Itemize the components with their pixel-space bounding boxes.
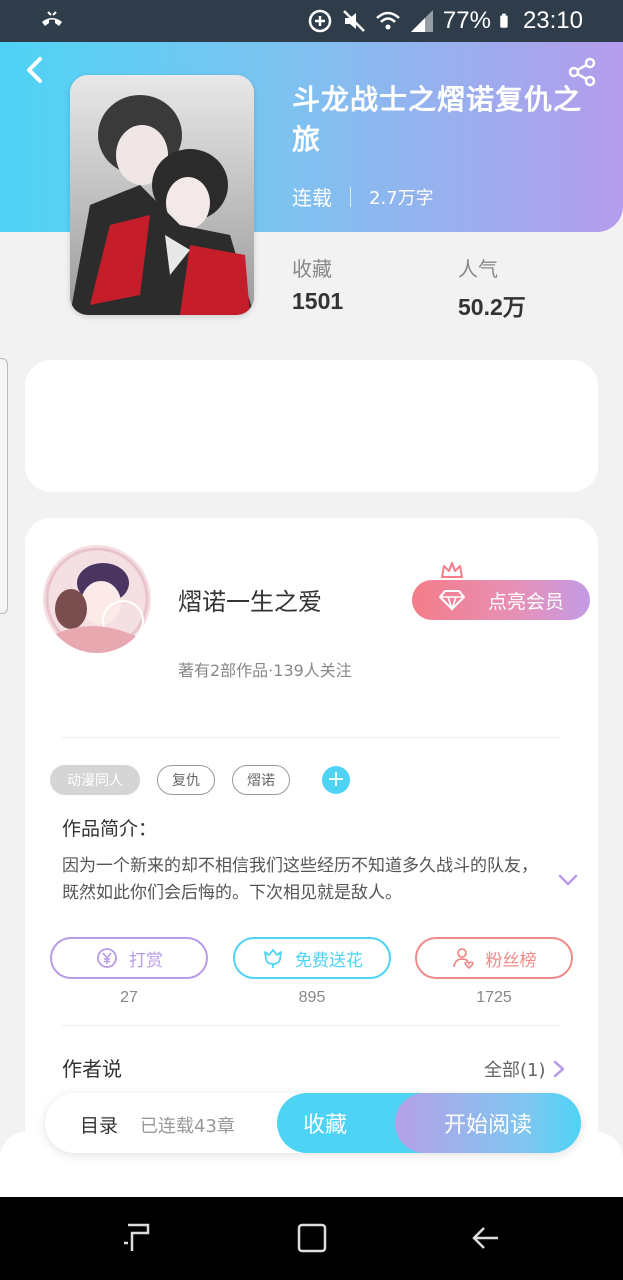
- meta-divider: [350, 186, 351, 207]
- intro-text: 因为一个新来的却不相信我们这些经历不知道多久战斗的队友，既然如此你们会后悔的。下…: [62, 856, 538, 903]
- book-title: 斗龙战士之熠诺复仇之旅: [292, 83, 583, 156]
- author-says-heading: 作者说: [62, 1057, 122, 1081]
- fan-ranking-label: 粉丝榜: [485, 950, 537, 971]
- start-reading-button[interactable]: 开始阅读: [395, 1093, 581, 1153]
- tag-anime-fanfic[interactable]: 动漫同人: [50, 765, 140, 795]
- add-tag-button[interactable]: +: [322, 766, 350, 794]
- status-bar: 77% 23:10: [0, 0, 623, 42]
- chapter-status: 已连载43章: [140, 1116, 235, 1137]
- tip-count: 27: [120, 989, 138, 1006]
- back-nav-icon[interactable]: [470, 1221, 502, 1255]
- side-handle[interactable]: [0, 358, 8, 614]
- fan-user-icon: [452, 948, 474, 970]
- intro-label: 作品简介：: [62, 818, 158, 840]
- clock: 23:10: [522, 7, 583, 34]
- author-stats: 著有2部作品·139人关注: [178, 661, 352, 680]
- signal-icon: [410, 10, 433, 32]
- all-author-says-label: 全部(1): [484, 1060, 546, 1081]
- all-author-says-link[interactable]: 全部(1): [484, 1056, 566, 1082]
- status-icons: 77% 23:10: [307, 6, 583, 36]
- battery-percent: 77%: [442, 7, 491, 34]
- data-saver-icon: [308, 9, 332, 33]
- start-reading-label: 开始阅读: [443, 1113, 532, 1138]
- ad-card: [25, 360, 598, 492]
- book-cover-image[interactable]: [70, 75, 254, 315]
- serial-status: 连载: [292, 186, 332, 210]
- fan-ranking-button[interactable]: 粉丝榜: [415, 937, 573, 979]
- word-count: 2.7万字: [369, 187, 434, 209]
- favorites-label: 收藏: [292, 257, 332, 281]
- author-name[interactable]: 熠诺一生之爱: [178, 582, 322, 617]
- divider: [62, 737, 560, 738]
- home-icon[interactable]: [296, 1221, 328, 1255]
- toc-button[interactable]: 目录: [80, 1111, 118, 1138]
- divider: [62, 1025, 560, 1026]
- tip-label: 打赏: [129, 950, 163, 971]
- popularity-value: 50.2万: [458, 294, 526, 320]
- phone-call-icon: [42, 11, 62, 26]
- yen-coin-icon: [97, 948, 117, 968]
- crown-icon: [441, 562, 463, 578]
- author-avatar[interactable]: [43, 545, 151, 653]
- tag-yinuo[interactable]: 熠诺: [232, 765, 290, 795]
- tip-button[interactable]: 打赏: [50, 937, 208, 979]
- favorite-label: 收藏: [303, 1113, 348, 1138]
- send-flower-label: 免费送花: [295, 950, 363, 971]
- chevron-down-icon[interactable]: [556, 868, 580, 892]
- recent-apps-icon[interactable]: [122, 1221, 154, 1255]
- flower-icon: [264, 949, 282, 968]
- fan-count: 1725: [476, 989, 512, 1006]
- wifi-icon: [376, 11, 400, 30]
- popularity-label: 人气: [458, 257, 498, 281]
- favorites-value: 1501: [292, 288, 344, 314]
- book-meta: 连载 2.7万字: [292, 182, 434, 211]
- back-icon[interactable]: [20, 54, 52, 86]
- mute-icon: [343, 10, 365, 32]
- flower-count: 895: [298, 989, 326, 1006]
- system-nav-bar: [0, 1197, 623, 1280]
- tag-revenge[interactable]: 复仇: [157, 765, 215, 795]
- chevron-right-icon: [553, 1060, 564, 1078]
- vip-label: 点亮会员: [487, 590, 564, 613]
- vip-member-button[interactable]: 点亮会员: [412, 580, 590, 620]
- send-flower-button[interactable]: 免费送花: [233, 937, 391, 979]
- diamond-icon: [439, 590, 465, 611]
- battery-icon: [500, 13, 508, 28]
